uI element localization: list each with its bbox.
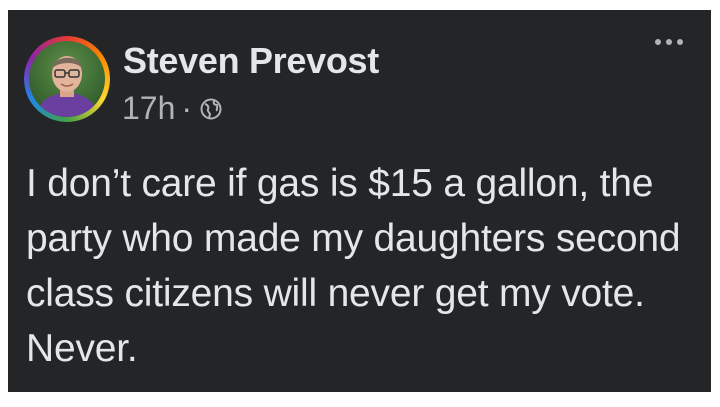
globe-icon[interactable] (200, 98, 222, 120)
post-meta: 17h · (122, 90, 222, 127)
post-timestamp[interactable]: 17h (122, 90, 175, 127)
post-author-name[interactable]: Steven Prevost (123, 40, 379, 82)
meta-separator: · (181, 90, 193, 126)
avatar-photo (29, 41, 105, 117)
post-card: Steven Prevost 17h · I don’t care if gas… (8, 10, 711, 392)
avatar[interactable] (24, 36, 110, 122)
more-options-icon[interactable] (649, 32, 689, 52)
post-text: I don’t care if gas is $15 a gallon, the… (26, 162, 681, 370)
